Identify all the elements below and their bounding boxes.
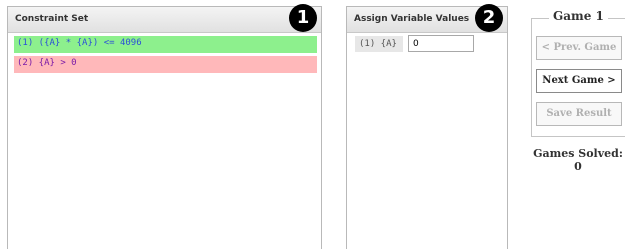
step-badge-1: 1	[289, 4, 317, 32]
assign-variables-panel: Assign Variable Values 2 (1) {A}	[346, 4, 508, 249]
constraint-row-1: (1) ({A} * {A}) <= 4096	[14, 36, 317, 53]
step-badge-2: 2	[475, 4, 503, 32]
games-solved-count: 0	[574, 160, 582, 173]
games-solved-label: Games Solved:	[533, 147, 623, 160]
constraint-set-title: Constraint Set	[8, 7, 321, 33]
prev-game-button[interactable]: < Prev. Game	[536, 36, 622, 60]
game-title: Game 1	[549, 9, 608, 23]
variable-a-input[interactable]	[408, 35, 474, 52]
constraint-set-panel: Constraint Set 1 (1) ({A} * {A}) <= 4096…	[7, 4, 322, 249]
next-game-button[interactable]: Next Game >	[536, 69, 622, 93]
variable-a-label: (1) {A}	[355, 36, 403, 52]
constraint-row-2: (2) {A} > 0	[14, 56, 317, 73]
save-result-button[interactable]: Save Result	[536, 102, 622, 126]
